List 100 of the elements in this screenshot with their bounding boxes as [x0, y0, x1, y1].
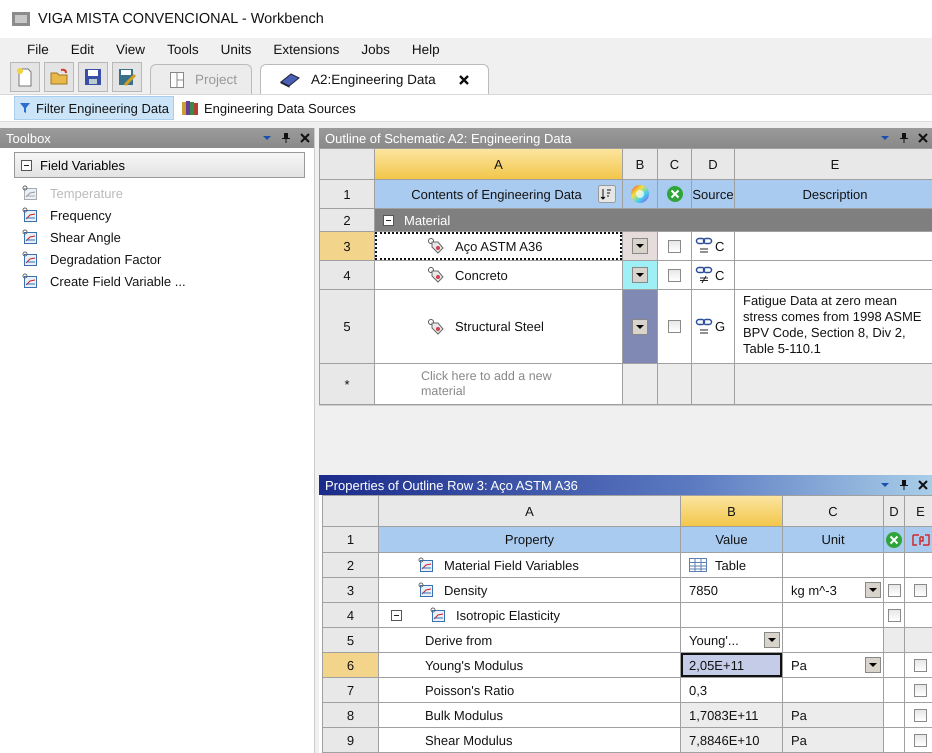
pin-icon[interactable]: [899, 132, 909, 144]
column-header[interactable]: B: [623, 149, 657, 179]
toolbox-item[interactable]: Shear Angle: [0, 226, 314, 248]
tab[interactable]: A2:Engineering Data: [260, 64, 489, 94]
column-header[interactable]: E: [735, 149, 932, 179]
collapse-icon[interactable]: [383, 214, 394, 226]
group-row[interactable]: Material: [375, 209, 932, 231]
material-item[interactable]: Concreto: [375, 261, 622, 289]
tree-item[interactable]: Derive from: [379, 628, 680, 652]
tree-item[interactable]: Material Field Variables: [379, 553, 680, 577]
pane-title: Toolbox: [6, 130, 52, 146]
dropdown-icon[interactable]: [880, 481, 890, 489]
toolbar-button[interactable]: Filter Engineering Data: [14, 96, 174, 120]
dropdown-icon[interactable]: [262, 134, 272, 142]
graph-icon: [22, 229, 38, 245]
column-header[interactable]: D: [884, 496, 904, 526]
column-header[interactable]: A: [379, 496, 680, 526]
toolbox-item[interactable]: Degradation Factor: [0, 248, 314, 270]
toolbar-button[interactable]: Engineering Data Sources: [176, 96, 361, 120]
tree-item[interactable]: Young's Modulus: [379, 653, 680, 677]
material-item[interactable]: Aço ASTM A36: [375, 232, 622, 260]
material-item[interactable]: Structural Steel: [375, 290, 622, 363]
checkbox[interactable]: [668, 320, 681, 333]
checkbox[interactable]: [888, 608, 900, 622]
close-icon[interactable]: [918, 480, 928, 490]
layout-icon: [169, 70, 185, 88]
column-header[interactable]: C: [658, 149, 691, 179]
group-header[interactable]: Field Variables: [14, 152, 305, 178]
source-item[interactable]: G: [692, 290, 734, 363]
color-swatch[interactable]: [623, 261, 657, 289]
checkbox[interactable]: [914, 734, 927, 746]
color-swatch[interactable]: [623, 290, 657, 363]
close-icon[interactable]: [458, 74, 470, 86]
value-field[interactable]: Table: [681, 553, 782, 577]
tree-item[interactable]: Bulk Modulus: [379, 703, 680, 727]
source-item[interactable]: C: [692, 261, 734, 289]
unit-field[interactable]: kg m^-3: [783, 578, 883, 602]
toolbar-button[interactable]: [44, 62, 74, 92]
menu-item[interactable]: Extensions: [260, 42, 348, 56]
value-field[interactable]: 7,8846E+10: [681, 728, 782, 752]
column-header[interactable]: E: [905, 496, 932, 526]
menu-item[interactable]: Tools: [154, 42, 208, 56]
pin-icon[interactable]: [281, 132, 291, 144]
row-number: 4: [323, 603, 378, 627]
add-row-placeholder[interactable]: Click here to add a new material: [375, 364, 622, 404]
menu-item[interactable]: Units: [208, 42, 260, 56]
column-header[interactable]: A: [375, 149, 622, 179]
pane-title: Properties of Outline Row 3: Aço ASTM A36: [325, 478, 579, 492]
column-header[interactable]: C: [783, 496, 883, 526]
close-icon[interactable]: [918, 133, 928, 143]
graph-icon: [22, 207, 38, 223]
value-field[interactable]: 2,05E+11: [681, 653, 782, 677]
toolbar-button[interactable]: [78, 62, 108, 92]
book-icon: [279, 72, 302, 88]
pin-icon[interactable]: [899, 479, 909, 491]
table-corner: [320, 149, 374, 179]
value-field[interactable]: 7850: [681, 578, 782, 602]
menu-item[interactable]: Edit: [58, 42, 104, 56]
collapse-icon[interactable]: [21, 160, 32, 170]
close-icon[interactable]: [300, 133, 310, 143]
graph-icon: [418, 582, 434, 598]
checkbox[interactable]: [914, 708, 927, 722]
checkbox[interactable]: [914, 584, 927, 596]
toolbar-button[interactable]: [112, 62, 142, 92]
value-field[interactable]: Young'...: [681, 628, 782, 652]
value-field[interactable]: 1,7083E+11: [681, 703, 782, 727]
value-field[interactable]: 0,3: [681, 678, 782, 702]
unit-field[interactable]: Pa: [783, 653, 883, 677]
checkbox[interactable]: [668, 240, 681, 252]
tree-item[interactable]: Poisson's Ratio: [379, 678, 680, 702]
checkbox[interactable]: [668, 268, 681, 282]
save-icon: [83, 67, 103, 87]
collapse-icon[interactable]: [391, 610, 402, 620]
color-swatch[interactable]: [623, 232, 657, 260]
row-number: 2: [323, 553, 378, 577]
graph-icon: [430, 607, 446, 623]
sort-button-icon[interactable]: [598, 185, 616, 203]
checkbox[interactable]: [914, 658, 927, 672]
toolbox-item[interactable]: Frequency: [0, 204, 314, 226]
menu-item[interactable]: Help: [398, 42, 449, 56]
tag-icon: [427, 318, 445, 336]
unit-field[interactable]: Pa: [783, 728, 883, 752]
dropdown-icon[interactable]: [880, 134, 890, 142]
tree-item[interactable]: Shear Modulus: [379, 728, 680, 752]
row-number: 5: [323, 628, 378, 652]
column-header[interactable]: D: [692, 149, 734, 179]
toolbox-item[interactable]: Create Field Variable ...: [0, 270, 314, 292]
unit-field[interactable]: Pa: [783, 703, 883, 727]
tree-item[interactable]: Isotropic Elasticity: [379, 603, 680, 627]
app-logo-icon: [12, 12, 30, 26]
column-header[interactable]: B: [681, 496, 782, 526]
checkbox[interactable]: [888, 584, 900, 596]
toolbar-button[interactable]: [10, 62, 40, 92]
checkbox[interactable]: [914, 684, 927, 696]
tree-item[interactable]: Density: [379, 578, 680, 602]
menu-item[interactable]: Jobs: [348, 42, 399, 56]
table-header: Source: [692, 180, 734, 208]
source-item[interactable]: C: [692, 232, 734, 260]
menu-item[interactable]: File: [14, 42, 58, 56]
menu-item[interactable]: View: [103, 42, 154, 56]
